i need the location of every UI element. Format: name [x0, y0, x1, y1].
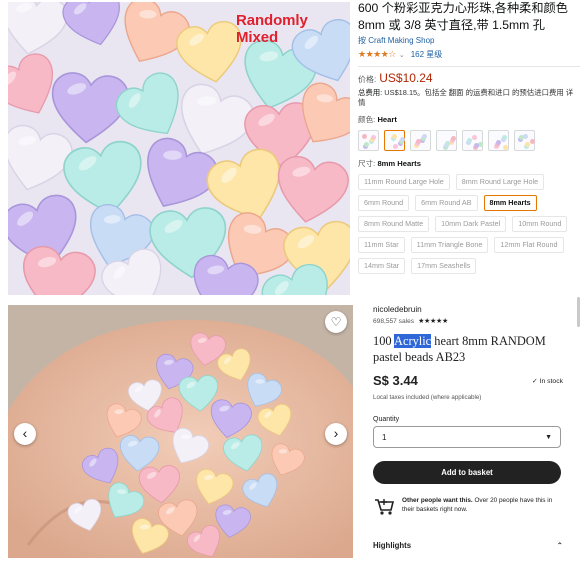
divider — [358, 66, 580, 67]
color-swatch[interactable] — [514, 130, 535, 151]
product-title: 600 个粉彩亚克力心形珠,各种柔和颜色 8mm 或 3/8 英寸直径,带 1.… — [358, 1, 568, 32]
size-option[interactable]: 10mm Round — [512, 216, 568, 232]
bead-dot — [392, 134, 397, 139]
color-label: 颜色: — [358, 115, 376, 124]
highlights-label: Highlights — [373, 541, 412, 550]
size-option[interactable]: 6mm Round AB — [415, 195, 478, 211]
size-option[interactable]: 12mm Flat Round — [494, 237, 564, 253]
price-row: S$ 3.44 ✓ In stock — [373, 373, 563, 388]
amazon-product-info: 600 个粉彩亚克力心形珠,各种柔和颜色 8mm 或 3/8 英寸直径,带 1.… — [358, 0, 580, 298]
bead-dot — [472, 135, 477, 140]
tax-note: Local taxes included (where applicable) — [373, 394, 482, 401]
product-image-top[interactable]: Randomly Mixed — [8, 2, 350, 295]
size-options: 11mm Round Large Hole 8mm Round Large Hol… — [358, 174, 578, 274]
bead-dot — [502, 135, 507, 140]
cart-icon — [373, 496, 395, 516]
price-row: 价格: US$10.24 — [358, 71, 580, 85]
seller-name[interactable]: nicoledebruin — [373, 305, 580, 314]
bead-dot — [474, 143, 479, 148]
rating-stars[interactable]: ★★★★★ — [418, 317, 448, 325]
bead-dot — [371, 135, 376, 140]
sales-row: 698,557 sales ★★★★★ — [373, 317, 580, 326]
quantity-value: 1 — [382, 432, 387, 442]
stock-status: ✓ In stock — [532, 377, 563, 385]
listing-title: 100 Acrylic heart 8mm RANDOM pastel bead… — [373, 334, 563, 365]
heart-bead — [220, 432, 268, 477]
color-row: 颜色: Heart — [358, 114, 580, 125]
shipping-text[interactable]: US$18.15。包括全 翻面 的运费和进口 的预估进口费用 详情 — [358, 88, 573, 107]
next-image-button[interactable]: › — [325, 423, 347, 445]
size-option[interactable]: 17mm Seashells — [411, 258, 477, 274]
sales-count: 698,557 sales — [373, 317, 415, 325]
color-swatch[interactable] — [384, 130, 405, 151]
size-option[interactable]: 11mm Triangle Bone — [410, 237, 489, 253]
color-value: Heart — [377, 115, 397, 124]
quantity-select[interactable]: 1 ▼ — [373, 426, 561, 448]
size-option[interactable]: 11mm Star — [358, 237, 405, 253]
size-label: 尺寸: — [358, 159, 376, 168]
size-option[interactable]: 8mm Round Large Hole — [455, 174, 545, 190]
bead-dot — [422, 134, 427, 139]
rating-count[interactable]: 162 星级 — [411, 49, 443, 60]
highlights-toggle[interactable]: Highlights ⌃ — [373, 541, 563, 550]
bead-dot — [445, 141, 450, 146]
price-value: S$ 3.44 — [373, 373, 418, 388]
rating-stars[interactable]: ★★★★☆ — [358, 49, 396, 60]
title-highlight: Acrylic — [394, 334, 432, 348]
bead-dot — [525, 142, 530, 147]
size-option[interactable]: 10mm Dark Pastel — [435, 216, 507, 232]
bead-dot — [503, 145, 508, 150]
bead-dot — [400, 137, 405, 142]
price-value: US$10.24 — [379, 71, 433, 85]
rating-row: ★★★★☆ ⌄ 162 星级 — [358, 49, 580, 60]
size-option[interactable]: 11mm Round Large Hole — [358, 174, 450, 190]
product-image-bottom[interactable]: ♡ ‹ › — [8, 305, 353, 558]
bead-dot — [519, 135, 524, 140]
shipping-label: 总费用: — [358, 88, 383, 97]
size-value: 8mm Hearts — [377, 159, 421, 168]
stock-label: In stock — [539, 377, 563, 385]
bead-dot — [393, 144, 398, 149]
size-option[interactable]: 14mm Star — [358, 258, 406, 274]
chevron-down-icon[interactable]: ⌄ — [399, 51, 405, 59]
title-prefix: 100 — [373, 334, 394, 348]
etsy-product-info: nicoledebruin 698,557 sales ★★★★★ 100 Ac… — [373, 305, 580, 564]
demand-text: Other people want this. Over 20 people h… — [402, 496, 563, 516]
size-option[interactable]: 8mm Round Matte — [358, 216, 430, 232]
color-swatch[interactable] — [462, 130, 483, 151]
demand-bold: Other people want this. — [402, 497, 473, 504]
color-swatches — [358, 130, 580, 151]
color-swatch[interactable] — [488, 130, 509, 151]
shipping-row: 总费用: US$18.15。包括全 翻面 的运费和进口 的预估进口费用 详情 — [358, 88, 580, 108]
size-option[interactable]: 6mm Round — [358, 195, 410, 211]
chevron-up-icon: ⌃ — [556, 541, 563, 550]
bead-dot — [496, 140, 501, 145]
color-swatch[interactable] — [358, 130, 379, 151]
color-swatch[interactable] — [410, 130, 431, 151]
bead-dot — [364, 142, 369, 147]
demand-notice: Other people want this. Over 20 people h… — [373, 496, 563, 516]
size-option[interactable]: 8mm Hearts — [483, 195, 537, 211]
quantity-label: Quantity — [373, 416, 400, 423]
bead-dot — [362, 134, 367, 139]
add-to-basket-button[interactable]: Add to basket — [373, 461, 561, 484]
overlay-text: Randomly Mixed — [236, 12, 308, 46]
previous-image-button[interactable]: ‹ — [14, 423, 36, 445]
color-swatch[interactable] — [436, 130, 457, 151]
size-row: 尺寸: 8mm Hearts — [358, 158, 580, 169]
bead-dot — [451, 136, 456, 141]
favorite-heart-icon[interactable]: ♡ — [325, 311, 347, 333]
caret-down-icon: ▼ — [545, 433, 552, 441]
bead-dot — [530, 139, 535, 144]
price-label: 价格: — [358, 75, 377, 84]
brand-link[interactable]: 按 Craft Making Shop — [358, 35, 580, 46]
bead-dot — [467, 138, 472, 143]
check-icon: ✓ — [531, 377, 538, 385]
bead-dot — [416, 139, 421, 144]
